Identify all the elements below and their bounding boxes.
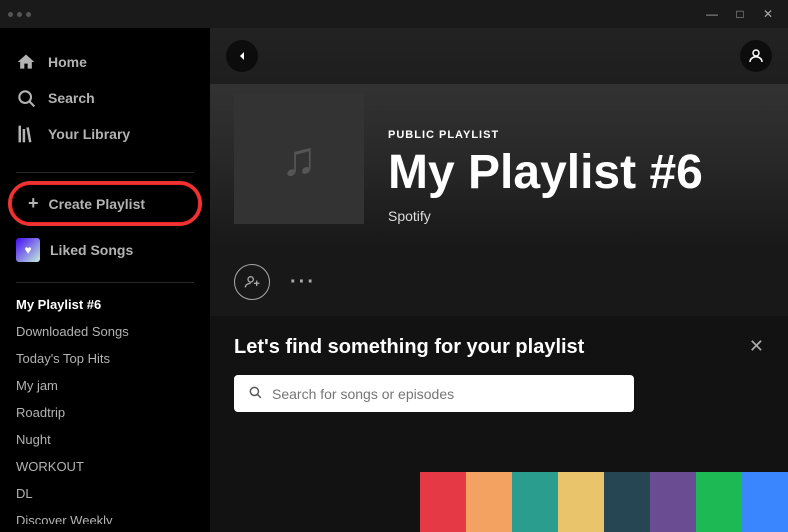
playlist-title: My Playlist #6	[388, 147, 764, 200]
strip-3	[512, 472, 558, 532]
strip-1	[420, 472, 466, 532]
bottom-strip	[420, 472, 788, 532]
strip-4	[558, 472, 604, 532]
create-playlist-button[interactable]: + Create Playlist	[10, 183, 200, 224]
sidebar-item-home[interactable]: Home	[16, 44, 194, 80]
minimize-button[interactable]: —	[700, 5, 724, 23]
playlist-item-1[interactable]: Downloaded Songs	[0, 318, 210, 345]
app-body: Home Search Your Library	[0, 28, 788, 532]
liked-songs-button[interactable]: ♥ Liked Songs	[0, 230, 210, 270]
more-options-button[interactable]: ···	[290, 271, 316, 294]
playlist-item-2[interactable]: Today's Top Hits	[0, 345, 210, 372]
sidebar-item-home-label: Home	[48, 54, 87, 70]
playlist-item-6[interactable]: WORKOUT	[0, 453, 210, 480]
action-bar: ···	[210, 248, 788, 316]
playlist-type-label: PUBLIC PLAYLIST	[388, 129, 764, 141]
playlist-list: My Playlist #6 Downloaded Songs Today's …	[0, 287, 210, 524]
playlist-item-0[interactable]: My Playlist #6	[0, 291, 210, 318]
sidebar-nav: Home Search Your Library	[0, 36, 210, 168]
titlebar-dot-1	[8, 12, 13, 17]
main-content: ♫ PUBLIC PLAYLIST My Playlist #6 Spotify…	[210, 28, 788, 532]
playlist-item-8[interactable]: Discover Weekly	[0, 507, 210, 524]
playlist-item-5[interactable]: Nught	[0, 426, 210, 453]
titlebar-dot-3	[26, 12, 31, 17]
strip-8	[742, 472, 788, 532]
maximize-button[interactable]: □	[728, 5, 752, 23]
create-playlist-label: Create Playlist	[49, 196, 146, 212]
music-note-icon: ♫	[281, 132, 317, 187]
playlist-item-3[interactable]: My jam	[0, 372, 210, 399]
close-button[interactable]: ✕	[756, 5, 780, 23]
back-button[interactable]	[226, 40, 258, 72]
titlebar-dots	[8, 12, 31, 17]
strip-6	[650, 472, 696, 532]
sidebar: Home Search Your Library	[0, 28, 210, 532]
playlist-art: ♫	[234, 94, 364, 224]
sidebar-divider-1	[16, 172, 194, 173]
sidebar-item-search[interactable]: Search	[16, 80, 194, 116]
playlist-item-7[interactable]: DL	[0, 480, 210, 507]
search-bar[interactable]	[234, 375, 634, 412]
library-icon	[16, 124, 36, 144]
titlebar: — □ ✕	[0, 0, 788, 28]
strip-2	[466, 472, 512, 532]
search-bar-icon	[248, 385, 262, 402]
sidebar-divider-2	[16, 282, 194, 283]
user-button[interactable]	[740, 40, 772, 72]
liked-songs-label: Liked Songs	[50, 242, 133, 258]
find-section-title: Let's find something for your playlist	[234, 336, 764, 359]
liked-songs-icon: ♥	[16, 238, 40, 262]
window-controls: — □ ✕	[700, 5, 780, 23]
home-icon	[16, 52, 36, 72]
sidebar-item-search-label: Search	[48, 90, 95, 106]
topbar	[210, 28, 788, 84]
close-find-button[interactable]: ✕	[749, 336, 764, 357]
sidebar-item-library-label: Your Library	[48, 126, 130, 142]
hero-info: PUBLIC PLAYLIST My Playlist #6 Spotify	[388, 129, 764, 224]
strip-5	[604, 472, 650, 532]
playlist-item-4[interactable]: Roadtrip	[0, 399, 210, 426]
add-user-button[interactable]	[234, 264, 270, 300]
create-playlist-icon: +	[28, 193, 39, 214]
search-icon	[16, 88, 36, 108]
strip-7	[696, 472, 742, 532]
titlebar-dot-2	[17, 12, 22, 17]
search-input[interactable]	[272, 386, 620, 402]
playlist-subtitle: Spotify	[388, 208, 764, 224]
sidebar-item-library[interactable]: Your Library	[16, 116, 194, 152]
